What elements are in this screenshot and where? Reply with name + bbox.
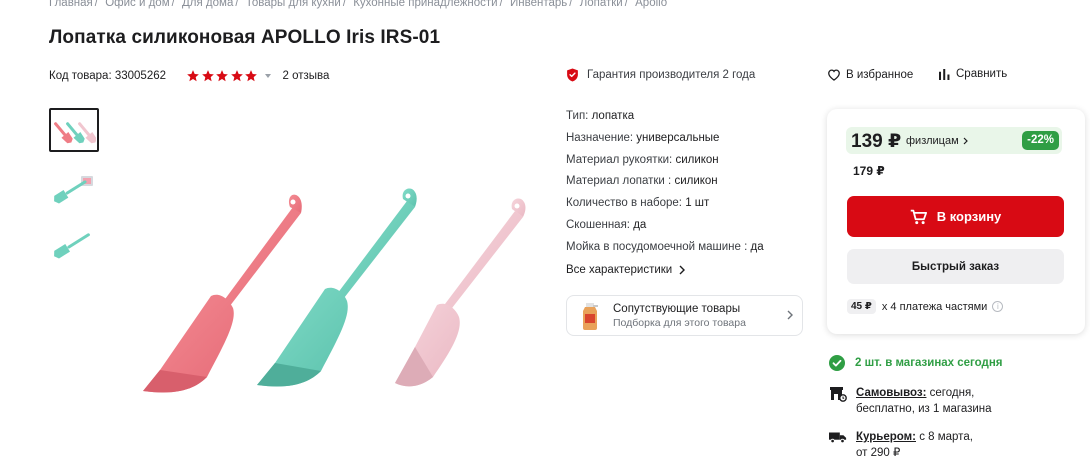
stock-text: 2 шт. в магазинах сегодня — [855, 357, 1003, 369]
star-icon — [201, 70, 214, 82]
product-thumbnail-image — [54, 122, 96, 144]
product-thumbnail-image — [54, 176, 93, 204]
compare-button[interactable]: Сравнить — [939, 68, 1007, 80]
installment-amount: 45 ₽ — [847, 299, 876, 314]
add-to-cart-button[interactable]: В корзину — [847, 196, 1064, 237]
spec-value: да — [750, 240, 764, 253]
related-title: Сопутствующие товары — [613, 302, 741, 315]
thumbnail-2[interactable] — [49, 165, 99, 209]
spec-row: Скошенная: да — [566, 217, 764, 239]
price-card: 139 ₽ физлицам -22% 179 ₽ В корзину Быст… — [827, 109, 1085, 334]
spec-row: Количество в наборе: 1 шт — [566, 195, 764, 217]
breadcrumb-item[interactable]: Лопатки — [580, 0, 623, 9]
favorite-button[interactable]: В избранное — [827, 68, 913, 81]
spec-row: Тип: лопатка — [566, 108, 764, 130]
favorite-label: В избранное — [846, 68, 914, 81]
discount-badge: -22% — [1022, 131, 1059, 150]
spatula-light-pink — [395, 198, 526, 387]
spec-value: силикон — [674, 175, 718, 188]
reviews-link[interactable]: 2 отзыва — [283, 70, 330, 82]
compare-icon — [939, 68, 950, 80]
product-specs: Тип: лопатка Назначение: универсальные М… — [566, 108, 764, 261]
installment-text: х 4 платежа частями — [881, 300, 988, 313]
truck-icon — [829, 432, 847, 444]
spec-label: Мойка в посудомоечной машине : — [566, 240, 748, 253]
spec-row: Назначение: универсальные — [566, 130, 764, 152]
courier-title[interactable]: Курьером: — [856, 431, 916, 443]
all-specs-label: Все характеристики — [566, 264, 673, 276]
breadcrumb-item[interactable]: Apollo — [635, 0, 667, 9]
product-meta: Код товара: 33005262 2 отзыва — [49, 68, 329, 84]
spatula-mint — [257, 188, 417, 387]
spec-row: Материал рукоятки: силикон — [566, 152, 764, 174]
spec-value: универсальные — [636, 131, 720, 144]
store-icon — [830, 387, 847, 402]
shield-icon — [567, 68, 578, 82]
pickup-title[interactable]: Самовывоз: — [856, 387, 926, 399]
installment-info[interactable]: 45 ₽ х 4 платежа частями i — [847, 299, 1004, 314]
breadcrumb-item[interactable]: Инвентарь — [510, 0, 567, 9]
spec-row: Материал лопатки : силикон — [566, 173, 764, 195]
spec-value: 1 шт — [685, 197, 710, 210]
compare-label: Сравнить — [956, 68, 1008, 80]
star-icon — [216, 70, 228, 82]
product-thumbnail-image — [54, 233, 90, 259]
spec-value: лопатка — [591, 110, 635, 122]
courier-option: Курьером: с 8 марта, от 290 ₽ — [829, 429, 973, 461]
spec-value: да — [633, 218, 647, 231]
thumbnail-1[interactable] — [49, 108, 99, 152]
courier-line1: с 8 марта, — [919, 431, 973, 443]
breadcrumb-item[interactable]: Офис и дом — [105, 0, 169, 9]
star-icon — [230, 70, 243, 82]
breadcrumb-item[interactable]: Товары для кухни — [246, 0, 341, 9]
breadcrumb-item[interactable]: Для дома — [182, 0, 233, 9]
product-code: Код товара: 33005262 — [49, 70, 167, 82]
price-type-label: физлицам — [906, 135, 959, 147]
chevron-right-icon — [963, 137, 968, 145]
star-icon — [187, 70, 199, 82]
warranty-info: Гарантия производителя 2 года — [566, 68, 755, 82]
all-specs-link[interactable]: Все характеристики — [566, 264, 686, 276]
spec-value: силикон — [675, 153, 719, 166]
product-main-image[interactable] — [115, 115, 555, 415]
related-subtitle: Подборка для этого товара — [613, 316, 746, 329]
check-icon — [829, 355, 845, 371]
spec-label: Скошенная: — [566, 218, 631, 231]
price-type-link[interactable]: физлицам — [906, 135, 968, 147]
chevron-down-icon[interactable] — [264, 74, 271, 78]
spec-label: Назначение: — [566, 131, 634, 144]
spec-label: Тип: — [566, 110, 589, 122]
heart-icon — [828, 69, 840, 81]
price-strip: 139 ₽ физлицам -22% — [846, 127, 1062, 154]
spec-label: Материал лопатки : — [566, 175, 672, 188]
current-price: 139 ₽ — [851, 131, 902, 152]
spec-label: Количество в наборе: — [566, 197, 682, 210]
chevron-right-icon — [787, 310, 793, 320]
warranty-text: Гарантия производителя 2 года — [587, 69, 756, 81]
spray-bottle-icon — [583, 302, 598, 330]
quick-order-button[interactable]: Быстрый заказ — [847, 249, 1064, 284]
info-icon[interactable]: i — [992, 301, 1004, 312]
add-to-cart-label: В корзину — [936, 209, 1002, 224]
chevron-right-icon — [679, 265, 686, 275]
spec-label: Материал рукоятки: — [566, 153, 673, 166]
spec-row: Мойка в посудомоечной машине : да — [566, 239, 764, 261]
stock-status: 2 шт. в магазинах сегодня — [829, 355, 1003, 371]
star-icon — [245, 70, 257, 82]
pickup-line2: бесплатно, из 1 магазина — [856, 403, 992, 415]
cart-icon — [910, 209, 927, 224]
old-price: 179 ₽ — [853, 164, 885, 178]
related-products-card[interactable]: Сопутствующие товары Подборка для этого … — [566, 295, 803, 336]
courier-line2: от 290 ₽ — [856, 447, 901, 459]
rating-stars[interactable] — [186, 69, 259, 83]
breadcrumb-item[interactable]: Кухонные принадлежности — [353, 0, 497, 9]
breadcrumb-item[interactable]: Главная — [49, 0, 93, 9]
pickup-line1: сегодня, — [929, 387, 975, 399]
thumbnail-3[interactable] — [49, 222, 99, 266]
page-title: Лопатка силиконовая APOLLO Iris IRS-01 — [49, 27, 441, 48]
pickup-option: Самовывоз: сегодня, бесплатно, из 1 мага… — [829, 385, 992, 417]
breadcrumb: Главная / Офис и дом / Для дома / Товары дл… — [49, 0, 667, 9]
